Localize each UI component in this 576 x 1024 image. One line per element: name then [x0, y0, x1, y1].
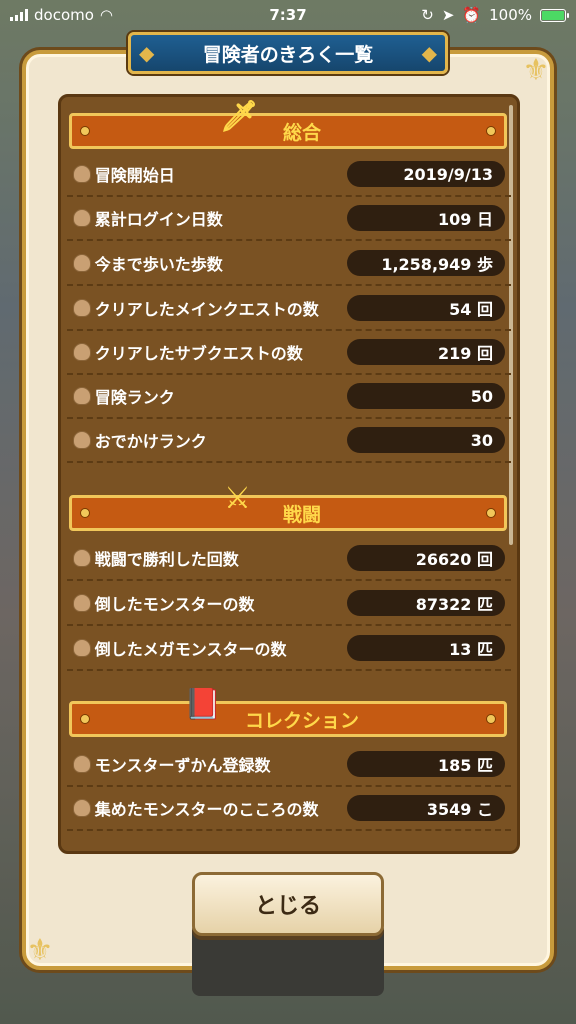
record-label: 累計ログイン日数 [94, 210, 223, 229]
section-title: コレクション [244, 709, 359, 732]
record-label: 倒したモンスターの数 [94, 595, 255, 614]
ornament-icon: ◆ [139, 41, 155, 65]
list-item: 集めたモンスターのこころの数 3549 こ [67, 787, 511, 831]
record-value: 1,258,949 歩 [347, 250, 505, 276]
dialog-title: 冒険者のきろく一覧 [202, 43, 374, 66]
list-item: 冒険ランク 50 [67, 375, 511, 419]
bullet-icon [73, 431, 91, 449]
section-title: 戦闘 [282, 503, 321, 526]
record-value: 26620 回 [347, 545, 505, 571]
record-value: 185 匹 [347, 751, 505, 777]
list-item: 戦闘で勝利した回数 26620 回 [67, 537, 511, 581]
record-value: 109 日 [347, 205, 505, 231]
bullet-icon [73, 549, 91, 567]
record-label: 戦闘で勝利した回数 [94, 550, 239, 569]
ornament-icon [80, 714, 90, 724]
winged-sword-icon: 🗡 [220, 99, 259, 134]
list-item: 倒したメガモンスターの数 13 匹 [67, 627, 511, 671]
section-title: 総合 [282, 121, 321, 144]
ornament-icon [486, 508, 496, 518]
dialog-title-banner: ◆ 冒険者のきろく一覧 ◆ [128, 32, 448, 74]
bullet-icon [73, 755, 91, 773]
record-label: モンスターずかん登録数 [94, 756, 271, 775]
ornament-icon [80, 508, 90, 518]
ornament-icon: ⚜ [522, 52, 550, 88]
record-label: クリアしたメインクエストの数 [94, 300, 319, 319]
list-item: 累計ログイン日数 109 日 [67, 197, 511, 241]
rotation-lock-icon: ↻ [421, 6, 434, 24]
bullet-icon [73, 799, 91, 817]
list-item: クリアしたサブクエストの数 219 回 [67, 331, 511, 375]
list-item: おでかけランク 30 [67, 419, 511, 463]
record-label: 冒険開始日 [94, 166, 175, 185]
record-label: 集めたモンスターのこころの数 [94, 800, 319, 819]
list-item: 今まで歩いた歩数 1,258,949 歩 [67, 242, 511, 286]
red-book-icon: 📕 [184, 687, 222, 722]
record-value: 30 [347, 427, 505, 453]
record-value: 54 回 [347, 295, 505, 321]
record-label: 倒したメガモンスターの数 [94, 640, 287, 659]
close-button-label: とじる [254, 894, 321, 919]
button-shadow [192, 930, 384, 996]
record-label: 冒険ランク [94, 388, 175, 407]
alarm-icon: ⏰ [462, 6, 482, 24]
section-header-collection: 📕 コレクション [69, 690, 507, 737]
bullet-icon [73, 387, 91, 405]
record-value: 2019/9/13 [347, 161, 505, 187]
list-item: モンスターずかん登録数 185 匹 [67, 743, 511, 787]
record-value: 3549 こ [347, 795, 505, 821]
crossed-swords-icon: ⚔ [224, 481, 251, 516]
record-label: おでかけランク [94, 432, 207, 451]
bullet-icon [73, 343, 91, 361]
section-header-battle: ⚔ 戦闘 [69, 484, 507, 531]
list-item: クリアしたメインクエストの数 54 回 [67, 287, 511, 331]
battery-icon [540, 8, 569, 22]
battery-percent: 100% [489, 6, 532, 24]
bullet-icon [73, 299, 91, 317]
bullet-icon [73, 165, 91, 183]
records-list[interactable]: 🗡 総合 冒険開始日 2019/9/13 累計ログイン日数 109 日 今まで歩… [58, 94, 520, 854]
bullet-icon [73, 594, 91, 612]
bullet-icon [73, 209, 91, 227]
record-value: 13 匹 [347, 635, 505, 661]
list-item: 冒険開始日 2019/9/13 [67, 153, 511, 197]
list-item: 倒したモンスターの数 87322 匹 [67, 582, 511, 626]
section-header-general: 🗡 総合 [69, 102, 507, 149]
bullet-icon [73, 254, 91, 272]
ornament-icon: ⚜ [26, 932, 54, 968]
bullet-icon [73, 639, 91, 657]
close-button[interactable]: とじる [192, 872, 384, 936]
status-bar: docomo ◠ 7:37 ↻ ➤ ⏰ 100% [0, 0, 576, 30]
location-icon: ➤ [441, 6, 455, 24]
record-label: クリアしたサブクエストの数 [94, 344, 303, 363]
wifi-icon: ◠ [99, 6, 114, 24]
carrier-label: docomo [34, 6, 94, 24]
signal-strength-icon [10, 9, 28, 21]
ornament-icon [486, 126, 496, 136]
record-value: 50 [347, 383, 505, 409]
record-label: 今まで歩いた歩数 [94, 255, 223, 274]
ornament-icon: ◆ [421, 41, 437, 65]
record-value: 87322 匹 [347, 590, 505, 616]
ornament-icon [486, 714, 496, 724]
ornament-icon [80, 126, 90, 136]
record-value: 219 回 [347, 339, 505, 365]
